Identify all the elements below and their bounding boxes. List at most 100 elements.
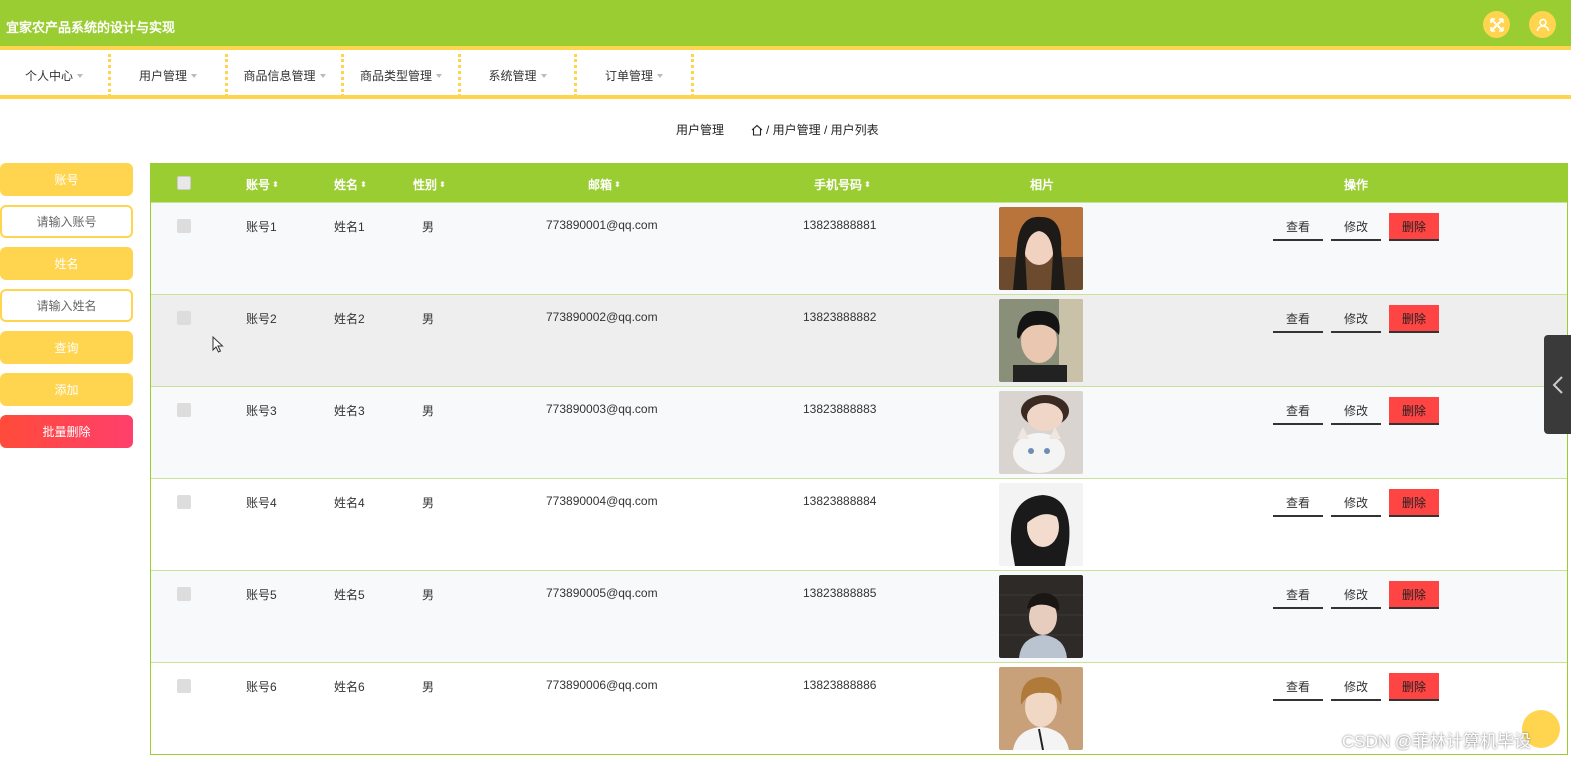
email-cell: 773890006@qq.com	[546, 678, 658, 692]
row-checkbox[interactable]	[177, 587, 191, 601]
fullscreen-button[interactable]	[1483, 11, 1510, 38]
user-photo	[999, 299, 1083, 382]
column-header-email[interactable]: 邮箱 ⬍	[588, 176, 621, 193]
nav-label: 商品信息管理	[243, 69, 316, 83]
caret-down-icon	[540, 73, 547, 78]
nav-item-system[interactable]: 系统管理	[461, 54, 577, 97]
nav-item-product-info[interactable]: 商品信息管理	[228, 54, 344, 97]
side-collapse-tab[interactable]	[1544, 335, 1571, 434]
nav-label: 个人中心	[24, 69, 73, 83]
name-cell: 姓名6	[334, 680, 365, 694]
user-photo	[999, 575, 1083, 658]
account-cell: 账号4	[246, 496, 277, 510]
home-icon[interactable]	[751, 124, 763, 136]
app-title: 宜家农产品系统的设计与实现	[6, 20, 176, 35]
phone-cell: 13823888882	[803, 310, 877, 324]
row-checkbox[interactable]	[177, 403, 191, 417]
breadcrumb-current: 用户管理	[676, 123, 725, 137]
email-cell: 773890005@qq.com	[546, 586, 658, 600]
account-search-input[interactable]	[0, 205, 133, 238]
edit-button[interactable]: 修改	[1331, 213, 1381, 241]
user-table: 账号 ⬍ 姓名 ⬍ 性别 ⬍ 邮箱 ⬍ 手机号码 ⬍ 相片 操作 账号1 姓名1 男 77…	[150, 163, 1568, 755]
caret-down-icon	[191, 73, 197, 78]
user-icon	[1536, 18, 1549, 31]
delete-button[interactable]: 删除	[1389, 397, 1439, 425]
nav-label: 订单管理	[604, 69, 653, 83]
email-cell: 773890001@qq.com	[546, 218, 658, 232]
nav-item-orders[interactable]: 订单管理	[577, 54, 694, 97]
account-cell: 账号2	[246, 312, 277, 326]
delete-button[interactable]: 删除	[1389, 305, 1439, 333]
nav-item-product-type[interactable]: 商品类型管理	[344, 54, 461, 97]
watermark: CSDN @菲林计算机毕设	[1342, 732, 1532, 751]
gender-cell: 男	[422, 680, 435, 694]
edit-button[interactable]: 修改	[1331, 489, 1381, 517]
caret-down-icon	[319, 73, 326, 78]
delete-button[interactable]: 删除	[1389, 581, 1439, 609]
user-photo	[999, 207, 1083, 290]
batch-delete-button[interactable]: 批量删除	[0, 415, 133, 448]
user-photo	[999, 483, 1083, 566]
account-label: 账号	[0, 163, 133, 196]
view-button[interactable]: 查看	[1273, 673, 1323, 701]
add-button[interactable]: 添加	[0, 373, 133, 406]
user-avatar-button[interactable]	[1529, 11, 1556, 38]
phone-cell: 13823888885	[803, 586, 877, 600]
caret-down-icon	[436, 73, 442, 78]
name-cell: 姓名5	[334, 588, 365, 602]
breadcrumb-path: / 用户管理 / 用户列表	[751, 121, 879, 138]
gender-cell: 男	[422, 404, 435, 418]
name-search-input[interactable]	[0, 289, 133, 322]
gender-cell: 男	[422, 312, 435, 326]
row-checkbox[interactable]	[177, 311, 191, 325]
table-row: 账号4 姓名4 男 773890004@qq.com 13823888884 查…	[151, 478, 1567, 570]
delete-button[interactable]: 删除	[1389, 213, 1439, 241]
mouse-cursor-icon	[212, 336, 224, 353]
delete-button[interactable]: 删除	[1389, 489, 1439, 517]
nav-label: 系统管理	[488, 69, 537, 83]
sort-icon: ⬍	[614, 179, 621, 189]
view-button[interactable]: 查看	[1273, 581, 1323, 609]
column-header-phone[interactable]: 手机号码 ⬍	[814, 176, 871, 193]
table-header: 账号 ⬍ 姓名 ⬍ 性别 ⬍ 邮箱 ⬍ 手机号码 ⬍ 相片 操作	[151, 164, 1567, 202]
edit-button[interactable]: 修改	[1331, 397, 1381, 425]
delete-button[interactable]: 删除	[1389, 673, 1439, 701]
gender-cell: 男	[422, 220, 435, 234]
sort-icon: ⬍	[272, 179, 279, 189]
column-header-account[interactable]: 账号 ⬍	[246, 176, 279, 193]
nav-item-personal-center[interactable]: 个人中心	[0, 54, 111, 97]
row-checkbox[interactable]	[177, 219, 191, 233]
chevron-left-icon	[1552, 376, 1563, 394]
edit-button[interactable]: 修改	[1331, 581, 1381, 609]
view-button[interactable]: 查看	[1273, 213, 1323, 241]
edit-button[interactable]: 修改	[1331, 305, 1381, 333]
gender-cell: 男	[422, 496, 435, 510]
query-button[interactable]: 查询	[0, 331, 133, 364]
view-button[interactable]: 查看	[1273, 397, 1323, 425]
name-label: 姓名	[0, 247, 133, 280]
row-checkbox[interactable]	[177, 679, 191, 693]
user-photo	[999, 391, 1083, 474]
name-cell: 姓名1	[334, 220, 365, 234]
view-button[interactable]: 查看	[1273, 489, 1323, 517]
account-cell: 账号3	[246, 404, 277, 418]
column-header-name[interactable]: 姓名 ⬍	[334, 176, 367, 193]
nav-label: 商品类型管理	[359, 69, 432, 83]
email-cell: 773890003@qq.com	[546, 402, 658, 416]
row-checkbox[interactable]	[177, 495, 191, 509]
column-header-gender[interactable]: 性别 ⬍	[413, 176, 446, 193]
name-cell: 姓名3	[334, 404, 365, 418]
column-header-photo: 相片	[1030, 178, 1055, 192]
phone-cell: 13823888886	[803, 678, 877, 692]
edit-button[interactable]: 修改	[1331, 673, 1381, 701]
phone-cell: 13823888884	[803, 494, 877, 508]
breadcrumb-path-text[interactable]: / 用户管理 / 用户列表	[766, 121, 879, 138]
name-cell: 姓名2	[334, 312, 365, 326]
select-all-checkbox[interactable]	[177, 176, 191, 190]
view-button[interactable]: 查看	[1273, 305, 1323, 333]
caret-down-icon	[657, 73, 663, 78]
nav-item-user-management[interactable]: 用户管理	[111, 54, 228, 97]
email-cell: 773890002@qq.com	[546, 310, 658, 324]
search-panel: 账号 姓名 查询 添加 批量删除	[0, 163, 134, 457]
main-nav: 个人中心 用户管理 商品信息管理 商品类型管理 系统管理 订单管理	[0, 54, 1571, 99]
